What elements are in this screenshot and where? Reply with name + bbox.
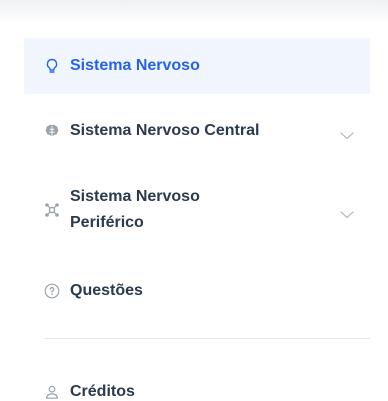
sidebar-menu: Sistema Nervoso Sistema Nervoso Central: [0, 0, 388, 401]
chevron-down-icon[interactable]: [340, 206, 354, 219]
question-circle-icon: [44, 283, 60, 299]
user-icon: [44, 384, 60, 400]
sidebar-item-sistema-nervoso-periferico[interactable]: Sistema Nervoso Periférico: [24, 183, 370, 237]
sidebar-item-questoes[interactable]: Questões: [24, 276, 370, 306]
network-icon: [44, 202, 60, 218]
sidebar-item-sistema-nervoso[interactable]: Sistema Nervoso: [24, 38, 370, 94]
lightbulb-icon: [44, 58, 60, 74]
brain-icon: [44, 123, 60, 139]
menu-divider: [44, 338, 370, 339]
sidebar-item-label: Sistema Nervoso Central: [70, 122, 260, 139]
sidebar-item-sistema-nervoso-central[interactable]: Sistema Nervoso Central: [24, 116, 370, 146]
sidebar-item-label: Créditos: [70, 383, 135, 400]
chevron-down-icon[interactable]: [340, 127, 354, 140]
sidebar-page: Sistema Nervoso Sistema Nervoso Central: [0, 0, 388, 401]
sidebar-item-label: Sistema Nervoso: [70, 57, 200, 74]
sidebar-item-label: Questões: [70, 282, 143, 299]
sidebar-item-label: Sistema Nervoso Periférico: [70, 188, 200, 231]
sidebar-item-creditos[interactable]: Créditos: [24, 377, 370, 401]
